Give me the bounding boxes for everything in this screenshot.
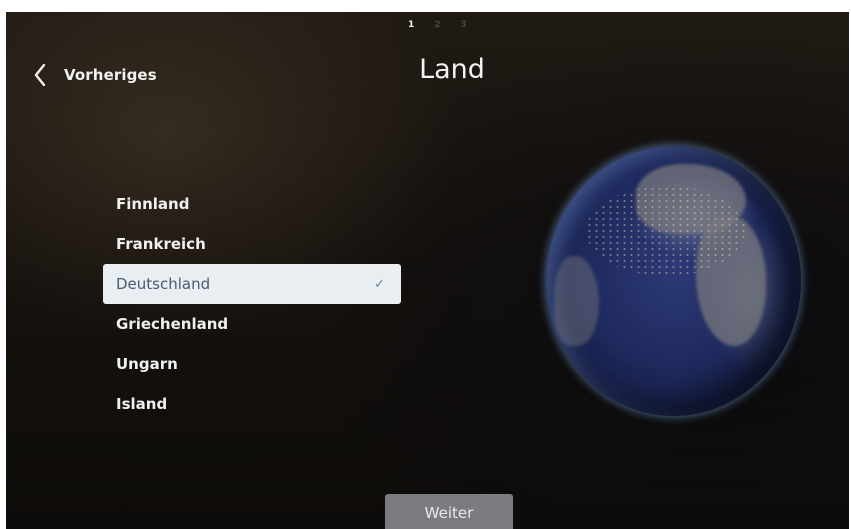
country-label: Frankreich	[116, 235, 206, 253]
step-2: 2	[434, 20, 441, 30]
chevron-left-icon	[34, 64, 48, 86]
country-item-deutschland[interactable]: Deutschland ✓	[103, 264, 401, 304]
country-item-ungarn[interactable]: Ungarn	[103, 344, 401, 384]
country-item-island[interactable]: Island	[103, 384, 401, 424]
step-3: 3	[460, 20, 467, 30]
country-item-griechenland[interactable]: Griechenland	[103, 304, 401, 344]
step-1: 1	[408, 20, 415, 30]
globe-city-lights	[586, 186, 746, 276]
step-indicator: 1 2 3	[408, 20, 467, 30]
country-list: Finnland Frankreich Deutschland ✓ Griech…	[103, 184, 401, 424]
back-label: Vorheriges	[64, 66, 157, 84]
setup-screen: 1 2 3 Vorheriges Land Finnland Frankreic…	[6, 12, 849, 529]
country-item-frankreich[interactable]: Frankreich	[103, 224, 401, 264]
check-icon: ✓	[374, 276, 385, 292]
country-label: Ungarn	[116, 355, 178, 373]
globe-landmass-america	[554, 256, 599, 346]
globe-image	[546, 146, 801, 416]
next-button[interactable]: Weiter	[385, 494, 513, 529]
country-item-finnland[interactable]: Finnland	[103, 184, 401, 224]
back-button[interactable]: Vorheriges	[34, 62, 157, 88]
country-label: Finnland	[116, 195, 190, 213]
country-label: Island	[116, 395, 168, 413]
page-title: Land	[419, 54, 485, 85]
country-label: Griechenland	[116, 315, 229, 333]
country-label: Deutschland	[116, 275, 211, 293]
